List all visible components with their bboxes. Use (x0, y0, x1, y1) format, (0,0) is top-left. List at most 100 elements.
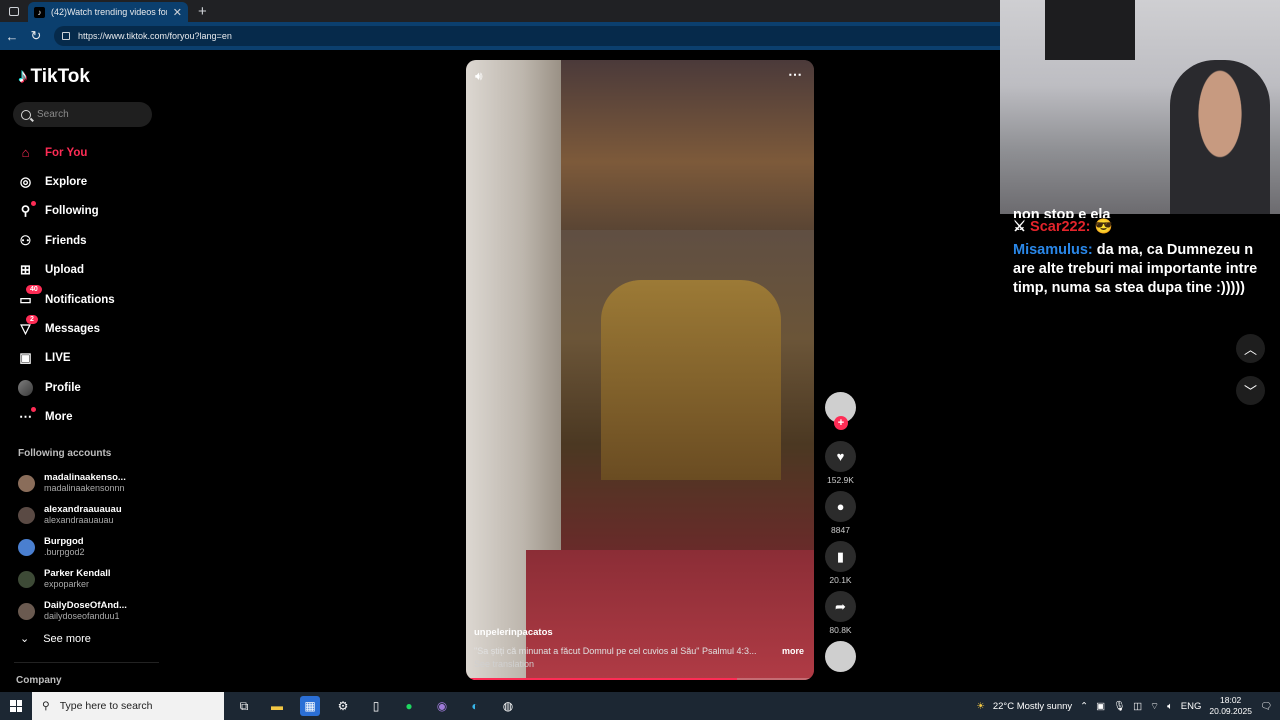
like-count: 152.9K (827, 475, 854, 485)
reload-icon[interactable]: ↻ (24, 28, 48, 44)
share-icon: ➦ (825, 591, 856, 622)
chat-username: Misamulus: (1013, 242, 1093, 258)
chat-sword-icon: ⚔︎ (1013, 219, 1031, 235)
company-link[interactable]: Company (16, 675, 62, 686)
more-options-icon[interactable]: ⋯ (788, 66, 802, 83)
sidebar-item-profile[interactable]: Profile (18, 373, 115, 402)
creator-avatar[interactable]: + (825, 392, 856, 430)
clock-time: 18:02 (1220, 695, 1242, 705)
epic-games-icon[interactable]: ▯ (366, 696, 386, 716)
comment-button[interactable]: ● 8847 (824, 491, 857, 535)
sidebar-item-live[interactable]: ▣ LIVE (18, 344, 115, 373)
language-indicator[interactable]: ENG (1181, 701, 1202, 712)
avatar (18, 506, 35, 524)
account-name: alexandraauauau (44, 504, 122, 515)
video-frame-carpet (526, 550, 814, 680)
camera-icon[interactable]: ◫ (1133, 701, 1142, 712)
video-actions: + ♥ 152.9K ● 8847 ▮ 20.1K ➦ 80.8K (824, 392, 857, 672)
following-accounts-list: madalinaakenso... madalinaakensonnn alexa… (18, 467, 127, 627)
network-icon[interactable]: ▣ (1096, 701, 1105, 712)
sidebar-item-more[interactable]: ⋯ More (18, 403, 115, 432)
sidebar-item-label: Friends (45, 234, 87, 247)
start-button[interactable] (0, 692, 32, 720)
obs-icon[interactable]: ◍ (498, 696, 518, 716)
list-item[interactable]: DailyDoseOfAnd... dailydoseofanduu1 (18, 595, 127, 627)
close-tab-icon[interactable]: ✕ (173, 6, 182, 19)
compass-icon: ◎ (19, 174, 32, 190)
sidebar-item-messages[interactable]: ▽ 2 Messages (18, 314, 115, 343)
sidebar-item-label: Profile (45, 381, 81, 394)
webcam-person (1170, 60, 1270, 214)
chat-text: 😎 (1094, 219, 1113, 235)
music-disc-icon[interactable] (825, 641, 856, 672)
follow-plus-icon[interactable]: + (834, 416, 848, 430)
taskbar-search-input[interactable]: ⚲ Type here to search (32, 692, 224, 720)
sidebar-item-notifications[interactable]: ▭ 40 Notifications (18, 285, 115, 314)
sidebar-item-for-you[interactable]: ⌂ For You (18, 138, 115, 167)
live-icon: ▣ (19, 350, 32, 366)
wifi-icon[interactable]: ⌔ (1150, 701, 1159, 712)
following-icon: ⚲ (18, 200, 36, 219)
url-field[interactable]: https://www.tiktok.com/foryou?lang=en (54, 26, 1000, 46)
sidebar-item-following[interactable]: ⚲ Following (18, 197, 115, 226)
following-accounts-title: Following accounts (18, 448, 112, 459)
tray-overflow-icon[interactable]: ⌃ (1080, 701, 1088, 712)
notifications-center-icon[interactable]: 🗨︎ (1260, 701, 1272, 712)
back-icon[interactable]: ← (0, 29, 24, 44)
list-item[interactable]: madalinaakenso... madalinaakensonnn (18, 467, 127, 499)
edge-icon[interactable]: ◐ (465, 696, 485, 716)
sidebar-item-upload[interactable]: ⊞ Upload (18, 256, 115, 285)
list-item[interactable]: Burpgod .burpgod2 (18, 531, 127, 563)
sidebar-item-label: Following (45, 205, 99, 218)
task-view-icon[interactable]: ⧉ (234, 696, 254, 716)
window-menu-icon[interactable] (0, 0, 28, 22)
list-item[interactable]: Parker Kendall expoparker (18, 563, 127, 595)
clock[interactable]: 18:02 20.09.2025 (1209, 695, 1252, 717)
caption-more-button[interactable]: more (782, 646, 804, 656)
browser-tab-bar: ♪ (42)Watch trending videos for yo ✕ + (0, 0, 1000, 22)
steam-icon[interactable]: ⚙ (333, 696, 353, 716)
store-icon[interactable]: ▦ (300, 696, 320, 716)
tiktok-logo[interactable]: ♪ TikTok (18, 66, 90, 88)
taskbar-search-placeholder: Type here to search (59, 700, 153, 712)
avatar (18, 570, 35, 588)
avatar (18, 474, 35, 492)
avatar (18, 602, 35, 620)
new-tab-icon[interactable]: + (198, 3, 207, 20)
video-caption: "Sa știți că minunat a făcut Domnul pe c… (474, 646, 804, 656)
bookmark-icon: ▮ (825, 541, 856, 572)
account-handle: expoparker (44, 579, 90, 589)
see-more-button[interactable]: ⌄ See more (20, 632, 91, 646)
video-progress-bar[interactable] (466, 678, 814, 680)
chat-app-icon[interactable]: ◉ (432, 696, 452, 716)
tiktok-favicon-icon: ♪ (34, 6, 45, 18)
sidebar-item-explore[interactable]: ◎ Explore (18, 167, 115, 196)
volume-icon[interactable]: 🔊︎ (475, 69, 483, 84)
chevron-up-icon: ︿ (1243, 342, 1257, 357)
sidebar-item-friends[interactable]: ⚇ Friends (18, 226, 115, 255)
weather-text[interactable]: 22°C Mostly sunny (993, 701, 1072, 712)
like-button[interactable]: ♥ 152.9K (824, 441, 857, 485)
video-player[interactable]: 🔊︎ ⋯ unpelerinpacatos "Sa știți că minun… (466, 60, 814, 680)
account-name: madalinaakenso... (44, 472, 126, 483)
next-video-button[interactable]: ﹀ (1236, 376, 1265, 405)
account-handle: madalinaakensonnn (44, 483, 125, 493)
comment-count: 8847 (831, 525, 850, 535)
account-handle: dailydoseofanduu1 (44, 611, 120, 621)
volume-icon[interactable]: 🔈︎ (1167, 701, 1173, 712)
see-translation-link[interactable]: See translation (474, 659, 534, 669)
share-button[interactable]: ➦ 80.8K (824, 591, 857, 635)
taskbar-apps: ⧉ ▬ ▦ ⚙ ▯ ● ◉ ◐ ◍ (234, 696, 518, 716)
search-input[interactable]: Search (13, 102, 152, 127)
sidebar-item-label: Messages (45, 323, 100, 336)
microphone-icon[interactable]: 🎙︎ (1113, 701, 1125, 712)
chat-username: Scar222: (1030, 219, 1091, 235)
save-button[interactable]: ▮ 20.1K (824, 541, 857, 585)
video-username[interactable]: unpelerinpacatos (474, 627, 553, 638)
file-explorer-icon[interactable]: ▬ (267, 696, 287, 716)
spotify-icon[interactable]: ● (399, 696, 419, 716)
previous-video-button[interactable]: ︿ (1236, 334, 1265, 363)
browser-tab[interactable]: ♪ (42)Watch trending videos for yo ✕ (28, 2, 188, 22)
list-item[interactable]: alexandraauauau alexandraauauau (18, 499, 127, 531)
clock-date: 20.09.2025 (1209, 706, 1252, 716)
